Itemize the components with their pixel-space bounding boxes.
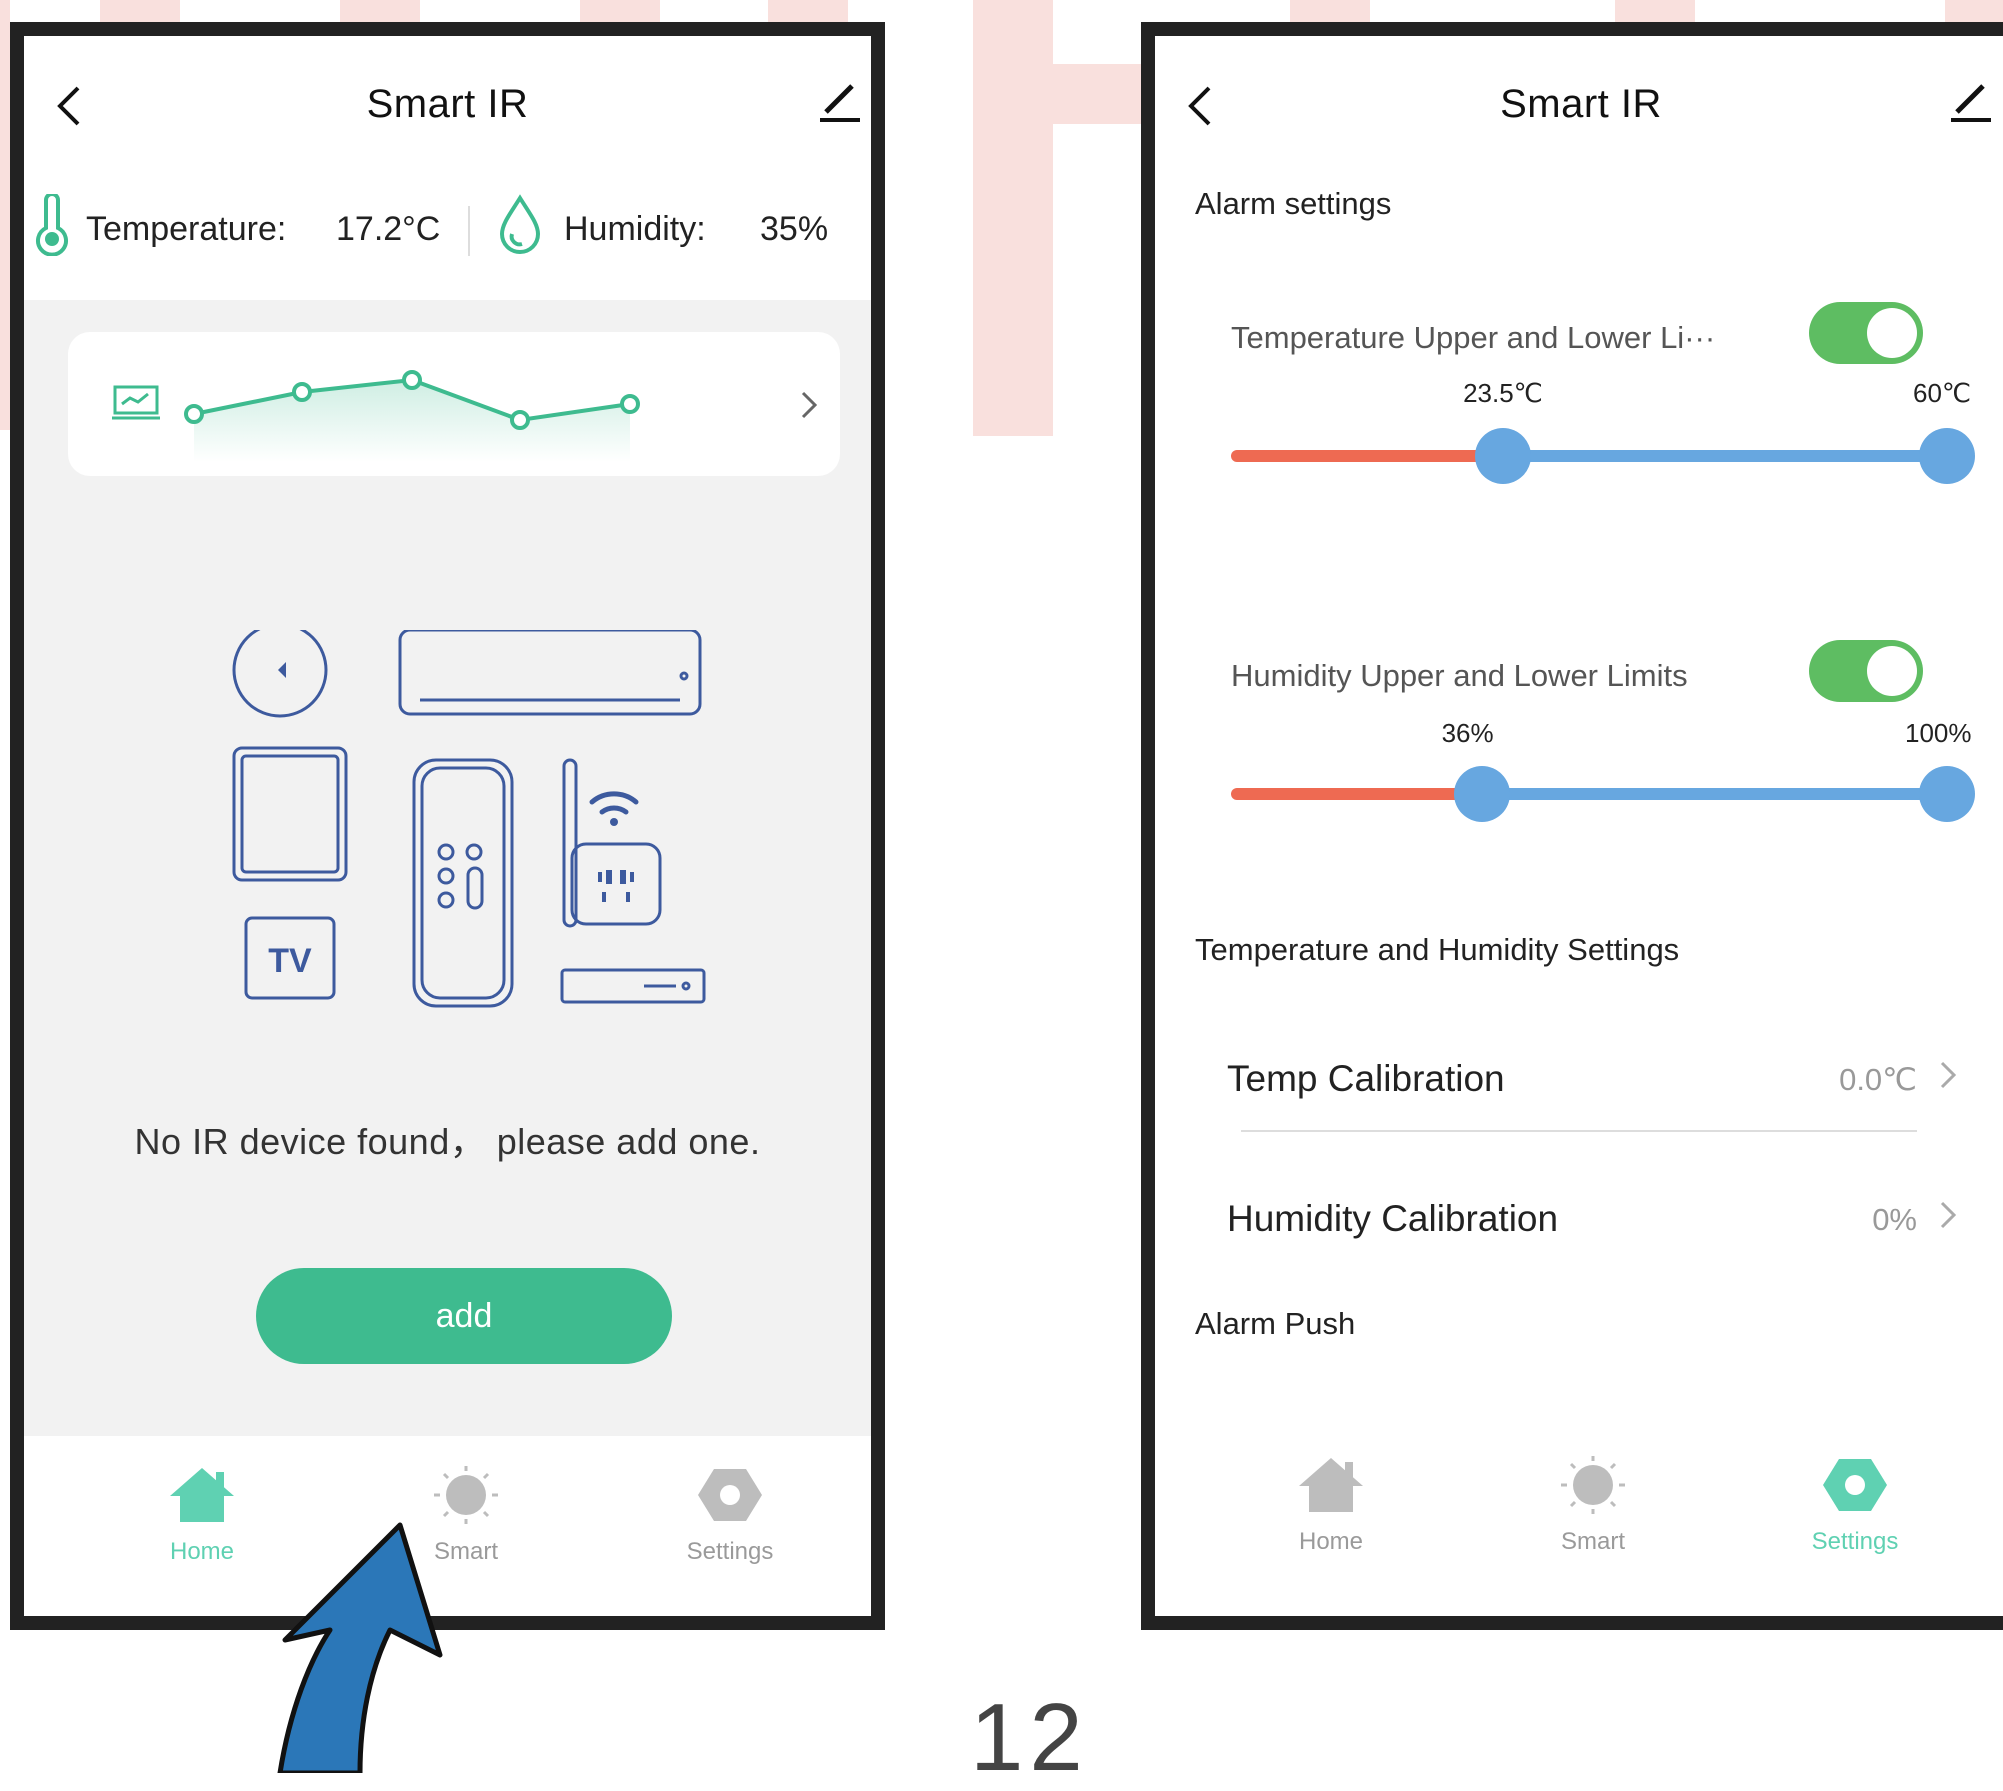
humidity-value: 35% xyxy=(760,210,829,248)
background-decoration xyxy=(1945,0,2003,22)
chevron-right-icon xyxy=(801,391,818,419)
background-decoration xyxy=(0,0,10,430)
humidity-calibration-label: Humidity Calibration xyxy=(1227,1198,1559,1239)
humidity-limit-label: Humidity Upper and Lower Limits xyxy=(1231,658,1688,693)
tv-label: TV xyxy=(268,942,312,980)
tab-home-label: Home xyxy=(1298,1528,1364,1555)
tab-settings[interactable]: Settings xyxy=(630,1466,830,1566)
home-icon xyxy=(170,1468,234,1522)
row-divider xyxy=(1241,1130,1917,1132)
monitor-chart-icon xyxy=(112,385,160,420)
page-title: Smart IR xyxy=(366,82,529,126)
humidity-upper-value: 100% xyxy=(1905,718,1972,748)
history-chart-card[interactable] xyxy=(68,332,840,476)
background-decoration xyxy=(1053,64,1141,124)
thermometer-icon xyxy=(36,194,68,256)
home-icon xyxy=(1299,1458,1363,1512)
edit-pencil-icon[interactable] xyxy=(818,80,862,124)
tab-settings[interactable]: Settings xyxy=(1755,1456,1955,1556)
divider xyxy=(468,206,470,256)
page-number: 12 xyxy=(970,1684,1089,1791)
humidity-calibration-row[interactable]: Humidity Calibration 0% xyxy=(1227,1180,1957,1260)
background-decoration xyxy=(768,0,848,22)
humidity-slider-track-range xyxy=(1481,788,1947,800)
temp-limit-toggle[interactable] xyxy=(1809,302,1923,364)
temp-calibration-label: Temp Calibration xyxy=(1227,1058,1505,1099)
background-decoration xyxy=(1290,0,1370,22)
toggle-knob xyxy=(1867,646,1917,696)
tab-settings-label: Settings xyxy=(1811,1528,1899,1555)
temperature-label: Temperature: xyxy=(86,210,287,248)
humidity-limit-toggle[interactable] xyxy=(1809,640,1923,702)
top-bar: Smart IR xyxy=(1155,36,2003,166)
temp-slider-track-range xyxy=(1503,450,1947,462)
hexagon-settings-icon xyxy=(1823,1459,1887,1511)
temp-upper-thumb[interactable] xyxy=(1919,428,1975,484)
add-device-button[interactable]: add xyxy=(256,1268,672,1364)
phone-screen-settings: Smart IR Alarm settings Temperature Uppe… xyxy=(1141,22,2003,1630)
alarm-settings-heading: Alarm settings xyxy=(1195,186,1392,221)
empty-state-message: No IR device found， please add one. xyxy=(134,1121,761,1162)
humidity-lower-value: 36% xyxy=(1441,718,1494,748)
temp-calibration-value: 0.0℃ xyxy=(1839,1062,1917,1097)
tab-settings-label: Settings xyxy=(686,1538,774,1565)
humidity-upper-thumb[interactable] xyxy=(1919,766,1975,822)
phone-screen-home: Smart IR Temperature: 17.2°C Humidity: 3… xyxy=(10,22,885,1630)
ir-devices-illustration: TV xyxy=(232,630,706,1008)
temp-lower-thumb[interactable] xyxy=(1475,428,1532,484)
hexagon-settings-icon xyxy=(698,1469,762,1521)
background-decoration xyxy=(340,0,420,22)
sun-icon xyxy=(1561,1456,1625,1514)
temp-upper-value: 60℃ xyxy=(1913,378,1972,408)
edit-pencil-icon[interactable] xyxy=(1949,80,1993,124)
temp-limit-label: Temperature Upper and Lower Li··· xyxy=(1231,320,1716,355)
temp-lower-value: 23.5℃ xyxy=(1463,378,1543,408)
water-drop-icon xyxy=(499,194,541,254)
toggle-knob xyxy=(1867,308,1917,358)
trend-sparkline xyxy=(184,370,640,462)
humidity-label: Humidity: xyxy=(564,210,706,248)
background-decoration xyxy=(1615,0,1695,22)
temperature-value: 17.2°C xyxy=(336,210,441,248)
tab-home[interactable]: Home xyxy=(1231,1456,1431,1556)
temp-calibration-row[interactable]: Temp Calibration 0.0℃ xyxy=(1227,1040,1957,1120)
page-title: Smart IR xyxy=(1500,82,1662,126)
tab-smart[interactable]: Smart xyxy=(1493,1456,1693,1556)
background-decoration xyxy=(100,0,180,22)
background-decoration xyxy=(973,0,1053,436)
background-decoration xyxy=(580,0,660,22)
humidity-lower-thumb[interactable] xyxy=(1453,766,1510,822)
content-area: TV No IR device found， please add one. a… xyxy=(24,300,871,1436)
th-settings-heading: Temperature and Humidity Settings xyxy=(1195,932,1680,967)
chevron-right-icon xyxy=(1940,1201,1957,1229)
humidity-calibration-value: 0% xyxy=(1872,1202,1917,1237)
humidity-slider-track-below xyxy=(1231,788,1482,800)
temp-slider-track-below xyxy=(1231,450,1504,462)
alarm-push-heading: Alarm Push xyxy=(1195,1306,1356,1341)
pointer-arrow-annotation xyxy=(277,1522,443,1773)
bottom-tab-bar: Home Smart Settings xyxy=(1155,1426,2003,1616)
top-bar: Smart IR xyxy=(24,36,871,166)
tab-smart-label: Smart xyxy=(1560,1528,1625,1555)
sensor-readings: Temperature: 17.2°C Humidity: 35% xyxy=(24,166,871,300)
chevron-right-icon xyxy=(1940,1061,1957,1089)
